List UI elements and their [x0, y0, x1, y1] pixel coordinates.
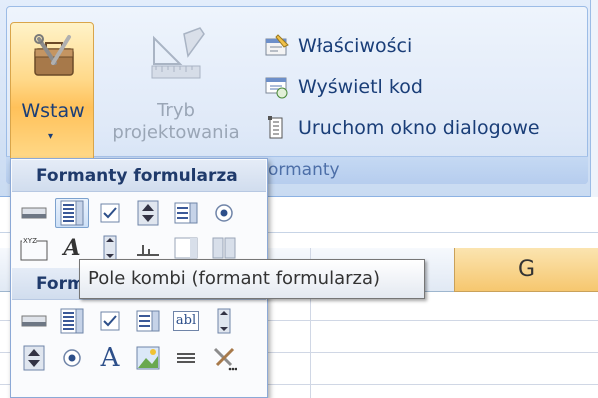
properties-icon — [265, 34, 289, 56]
insert-button[interactable]: Wstaw ▾ — [10, 22, 94, 165]
svg-text:XYZ: XYZ — [23, 237, 37, 245]
option-button-icon[interactable] — [207, 198, 241, 228]
tooltip: Pole kombi (formant formularza) — [79, 259, 425, 299]
ribbon-right-edge — [590, 0, 598, 197]
chevron-down-icon: ▾ — [48, 131, 54, 142]
spin-button-icon[interactable] — [17, 343, 51, 373]
image-icon[interactable] — [131, 343, 165, 373]
properties-label: Właściwości — [298, 35, 413, 57]
run-dialog-icon — [268, 116, 283, 139]
combo-box-icon[interactable] — [55, 306, 89, 336]
command-button-icon[interactable] — [17, 306, 51, 336]
run-dialog-button[interactable]: Uruchom okno dialogowe — [264, 113, 540, 143]
insert-button-label: Wstaw — [21, 100, 85, 122]
label-icon[interactable]: A — [93, 343, 127, 373]
toggle-button-icon[interactable] — [169, 343, 203, 373]
column-header-g[interactable]: G — [454, 248, 598, 292]
activex-row-2: A — [17, 341, 245, 375]
button-icon[interactable] — [17, 198, 51, 228]
toolbox-icon — [34, 34, 74, 76]
view-code-button[interactable]: Wyświetl kod — [264, 72, 423, 102]
properties-button[interactable]: Właściwości — [264, 31, 412, 61]
design-mode-label: Tryb projektowania — [112, 100, 240, 143]
design-mode-button[interactable]: Tryb projektowania — [100, 22, 252, 152]
form-controls-row-1 — [17, 196, 245, 230]
scroll-bar-icon[interactable] — [207, 306, 241, 336]
option-button-icon[interactable] — [55, 343, 89, 373]
group-box-icon[interactable]: XYZ — [17, 233, 51, 263]
list-box-icon[interactable] — [169, 198, 203, 228]
list-box-icon[interactable] — [131, 306, 165, 336]
checkbox-icon[interactable] — [93, 306, 127, 336]
text-box-icon[interactable]: abl — [169, 306, 203, 336]
design-mode-icon — [151, 27, 205, 79]
more-controls-icon[interactable] — [207, 343, 241, 373]
combo-box-icon[interactable] — [55, 198, 89, 228]
run-dialog-label: Uruchom okno dialogowe — [298, 117, 540, 139]
form-controls-header: Formanty formularza — [12, 160, 266, 192]
group-label: ormanty — [268, 160, 340, 180]
view-code-label: Wyświetl kod — [298, 76, 423, 98]
view-code-icon — [265, 77, 288, 99]
activex-row-1: abl — [17, 304, 245, 338]
checkbox-icon[interactable] — [93, 198, 127, 228]
spin-button-icon[interactable] — [131, 198, 165, 228]
